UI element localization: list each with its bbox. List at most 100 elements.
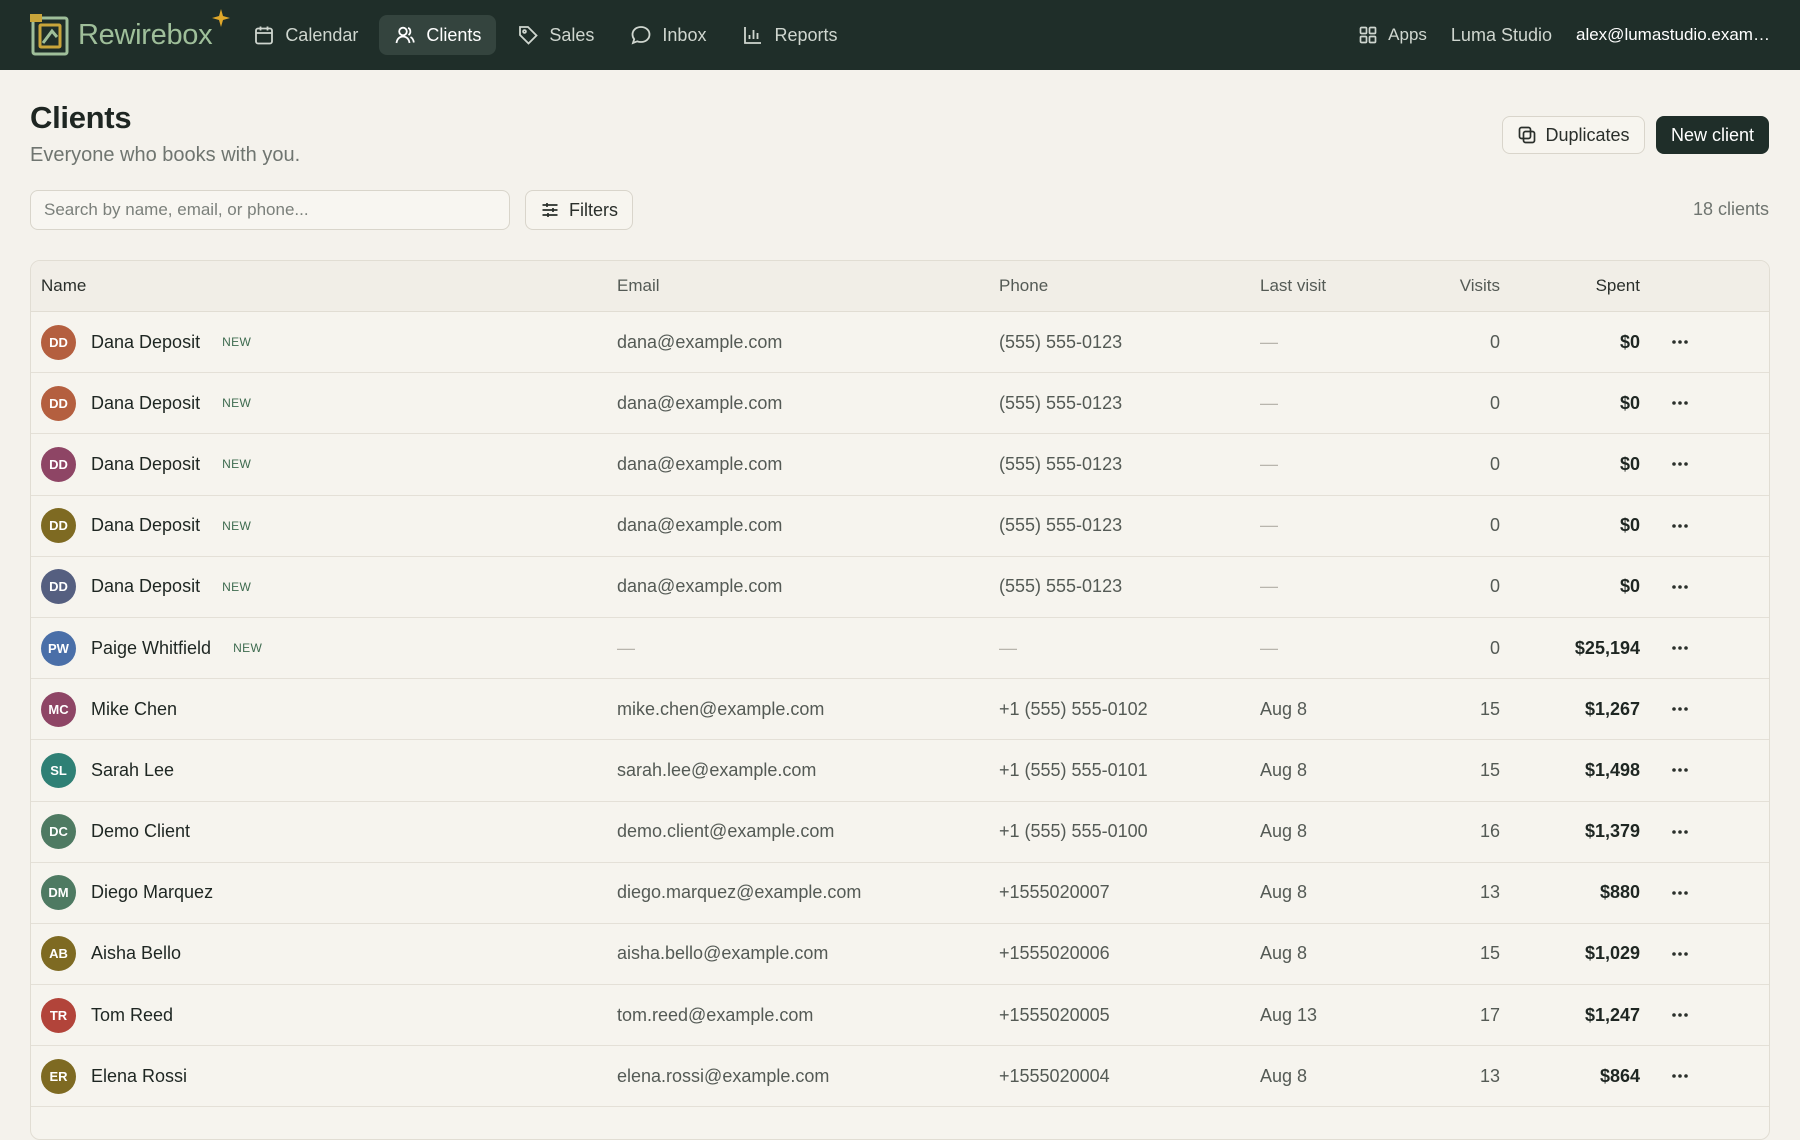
- cell-email: dana@example.com: [617, 392, 783, 413]
- client-name[interactable]: Aisha Bello: [91, 943, 181, 964]
- avatar: SL: [41, 752, 76, 788]
- client-name[interactable]: Dana Deposit: [91, 454, 200, 475]
- cell-last-visit: Aug 8: [1260, 698, 1308, 719]
- apps-button[interactable]: Apps: [1358, 25, 1427, 45]
- client-name[interactable]: Dana Deposit: [91, 515, 200, 536]
- row-actions-button[interactable]: [1640, 522, 1720, 530]
- cell-visits: 17: [1479, 1004, 1500, 1025]
- client-name[interactable]: Paige Whitfield: [91, 638, 211, 659]
- account-menu[interactable]: alex@lumastudio.example.com: [1576, 25, 1770, 45]
- client-name[interactable]: Mike Chen: [91, 699, 177, 720]
- new-badge: NEW: [233, 641, 263, 656]
- filters-button[interactable]: Filters: [525, 190, 633, 230]
- sparkle-icon: [212, 9, 231, 27]
- row-actions-button[interactable]: [1640, 766, 1720, 774]
- cell-visits: 0: [1489, 331, 1500, 352]
- row-actions-button[interactable]: [1640, 950, 1720, 958]
- row-actions-button[interactable]: [1640, 705, 1720, 713]
- table-row[interactable]: DD Dana Deposit NEW dana@example.com (555) 5…: [31, 496, 1769, 557]
- calendar-icon: [255, 26, 274, 45]
- cell-name: AB Aisha Bello: [31, 936, 617, 972]
- row-actions-button[interactable]: [1640, 1011, 1720, 1019]
- new-client-button[interactable]: New client: [1656, 116, 1769, 154]
- column-header-name[interactable]: Name: [31, 276, 617, 296]
- row-actions-button[interactable]: [1640, 889, 1720, 897]
- nav-item-clients[interactable]: Clients: [379, 15, 497, 55]
- cell-email: diego.marquez@example.com: [617, 882, 862, 903]
- column-header-visits[interactable]: Visits: [1410, 276, 1500, 296]
- studio-switcher[interactable]: Luma Studio: [1451, 25, 1552, 46]
- cell-spent: $0: [1619, 331, 1640, 352]
- avatar: DD: [41, 569, 76, 605]
- table-body: DD Dana Deposit NEW dana@example.com (555) 5…: [31, 312, 1769, 1139]
- avatar: DD: [41, 324, 76, 360]
- column-header-phone[interactable]: Phone: [999, 276, 1260, 296]
- duplicates-button[interactable]: Duplicates: [1502, 116, 1645, 154]
- cell-email: aisha.bello@example.com: [617, 943, 829, 964]
- more-horizontal-icon: [1672, 646, 1688, 650]
- cell-phone: +1555020007: [999, 882, 1110, 903]
- row-actions-button[interactable]: [1640, 460, 1720, 468]
- client-name[interactable]: Dana Deposit: [91, 576, 200, 597]
- filters-label: Filters: [569, 199, 618, 220]
- cell-spent: $0: [1619, 392, 1640, 413]
- table-row[interactable]: DD Dana Deposit NEW dana@example.com (555) 5…: [31, 373, 1769, 435]
- column-header-last-visit[interactable]: Last visit: [1260, 276, 1410, 296]
- client-name[interactable]: Sarah Lee: [91, 760, 174, 781]
- cell-email: —: [617, 637, 635, 658]
- new-badge: NEW: [222, 518, 252, 533]
- table-row[interactable]: DM Diego Marquez diego.marquez@example.com…: [31, 863, 1769, 924]
- cell-name: PW Paige Whitfield NEW: [31, 630, 617, 666]
- nav-label: Reports: [774, 24, 838, 45]
- table-row[interactable]: DD Dana Deposit NEW dana@example.com (555) 5…: [31, 312, 1769, 374]
- table-row[interactable]: DC Demo Client demo.client@example.com +1 (…: [31, 802, 1769, 863]
- table-row[interactable]: AB Aisha Bello aisha.bello@example.com +155…: [31, 924, 1769, 986]
- client-name[interactable]: Tom Reed: [91, 1005, 173, 1026]
- duplicates-label: Duplicates: [1545, 124, 1630, 145]
- row-actions-button[interactable]: [1640, 1072, 1720, 1080]
- search-input[interactable]: [30, 190, 510, 230]
- client-name[interactable]: Diego Marquez: [91, 882, 213, 903]
- cell-spent: $1,029: [1584, 943, 1640, 964]
- client-name[interactable]: Dana Deposit: [91, 332, 200, 353]
- table-row[interactable]: DD Dana Deposit NEW dana@example.com (555) 5…: [31, 557, 1769, 618]
- client-count: 18 clients: [1692, 199, 1769, 219]
- cell-spent: $0: [1619, 453, 1640, 474]
- row-actions-button[interactable]: [1640, 399, 1720, 407]
- row-actions-button[interactable]: [1640, 828, 1720, 836]
- cell-last-visit: —: [1260, 331, 1278, 352]
- nav-item-inbox[interactable]: Inbox: [615, 15, 721, 55]
- table-row[interactable]: SL Sarah Lee sarah.lee@example.com +1 (555)…: [31, 740, 1769, 802]
- table-row[interactable]: PW Paige Whitfield NEW — — — 0 $25,194: [31, 618, 1769, 680]
- client-name[interactable]: Dana Deposit: [91, 393, 200, 414]
- bar-chart-icon: [744, 27, 762, 44]
- apps-label: Apps: [1388, 25, 1427, 44]
- row-actions-button[interactable]: [1640, 644, 1720, 652]
- row-actions-button[interactable]: [1640, 338, 1720, 346]
- column-header-spent[interactable]: Spent: [1500, 276, 1640, 296]
- cell-phone: +1 (555) 555-0100: [999, 821, 1148, 842]
- client-name[interactable]: Elena Rossi: [91, 1066, 187, 1087]
- column-header-email[interactable]: Email: [617, 276, 999, 296]
- more-horizontal-icon: [1672, 340, 1688, 344]
- nav-item-calendar[interactable]: Calendar: [238, 15, 373, 55]
- more-horizontal-icon: [1672, 707, 1688, 712]
- cell-name: DM Diego Marquez: [31, 875, 617, 911]
- cell-phone: (555) 555-0123: [999, 576, 1123, 597]
- avatar: DD: [41, 385, 76, 421]
- row-actions-button[interactable]: [1640, 583, 1720, 591]
- table-row[interactable]: [31, 1107, 1769, 1139]
- nav-item-sales[interactable]: Sales: [502, 15, 609, 55]
- table-row[interactable]: MC Mike Chen mike.chen@example.com +1 (555)…: [31, 679, 1769, 741]
- brand-name: Rewirebox: [78, 18, 213, 51]
- topbar-right: Apps Luma Studio alex@lumastudio.example…: [1358, 25, 1770, 46]
- cell-spent: $25,194: [1574, 637, 1640, 658]
- nav-item-reports[interactable]: Reports: [727, 15, 852, 55]
- cell-last-visit: Aug 13: [1260, 1004, 1318, 1025]
- cell-last-visit: Aug 8: [1260, 821, 1308, 842]
- brand[interactable]: Rewirebox: [30, 9, 231, 57]
- client-name[interactable]: Demo Client: [91, 821, 190, 842]
- table-row[interactable]: TR Tom Reed tom.reed@example.com +155502000…: [31, 985, 1769, 1047]
- table-row[interactable]: DD Dana Deposit NEW dana@example.com (555) 5…: [31, 434, 1769, 496]
- table-row[interactable]: ER Elena Rossi elena.rossi@example.com +155…: [31, 1046, 1769, 1108]
